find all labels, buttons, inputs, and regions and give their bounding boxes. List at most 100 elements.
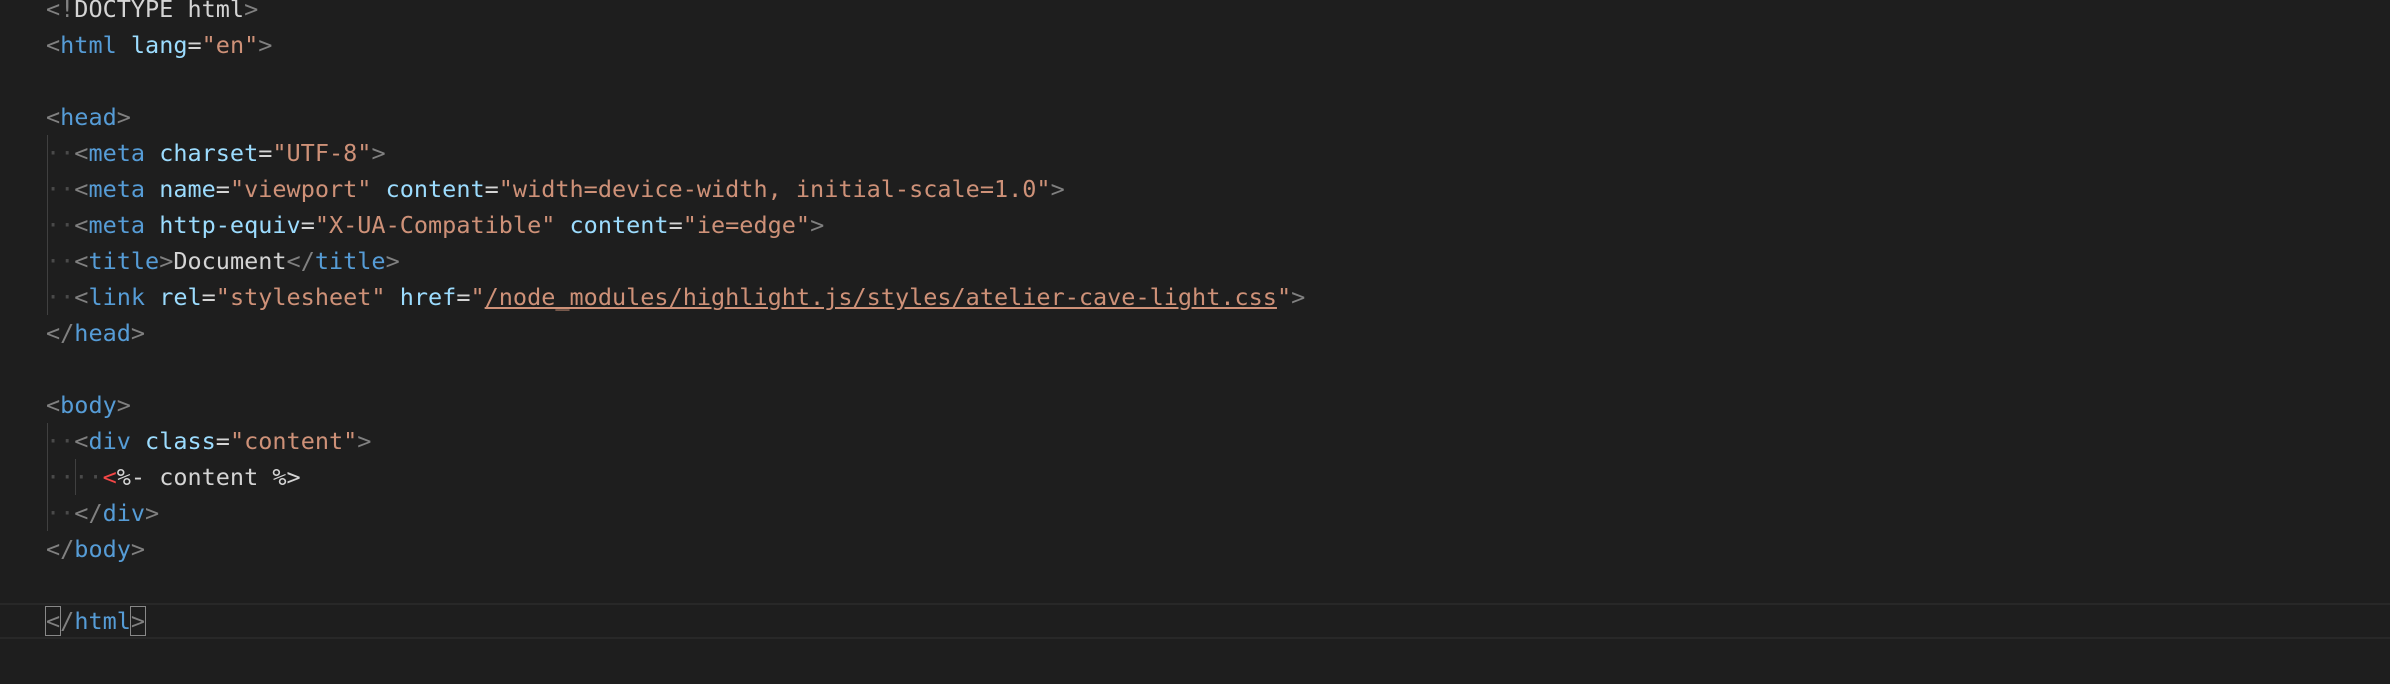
code-line[interactable]: ··<meta charset="UTF-8"> — [46, 135, 386, 171]
code-token: title — [314, 247, 386, 275]
code-token: < — [74, 427, 89, 455]
code-token: html — [60, 31, 117, 59]
code-token: > — [1291, 283, 1306, 311]
code-token: DOCTYPE html — [74, 0, 245, 23]
code-token: link — [88, 283, 146, 311]
code-line[interactable]: </body> — [46, 531, 145, 567]
code-token: body — [60, 391, 117, 419]
code-token: class — [130, 427, 216, 455]
code-token: > — [385, 247, 400, 275]
code-line[interactable]: <!DOCTYPE html> — [46, 0, 258, 27]
code-token: = — [300, 211, 315, 239]
code-token: "width=device-width, initial-scale=1.0" — [498, 175, 1051, 203]
code-token: head — [74, 319, 131, 347]
code-token: / — [60, 607, 75, 635]
code-token: meta — [88, 175, 146, 203]
code-token: " — [470, 283, 485, 311]
code-token: > — [130, 535, 146, 563]
code-line[interactable]: ····<%- content %> — [46, 459, 301, 495]
code-token: Document — [173, 247, 287, 275]
code-token: > — [159, 247, 174, 275]
code-token: div — [88, 427, 131, 455]
code-line[interactable]: ··<meta http-equiv="X-UA-Compatible" con… — [46, 207, 824, 243]
code-line[interactable]: <head> — [46, 99, 131, 135]
code-token: > — [357, 427, 372, 455]
code-token: content — [555, 211, 669, 239]
code-token: body — [74, 535, 131, 563]
code-token: ·· — [46, 499, 75, 527]
code-token: ·· — [46, 247, 75, 275]
code-line[interactable]: </head> — [46, 315, 145, 351]
code-editor[interactable]: <!DOCTYPE html> <html lang="en"> <head> ··<… — [0, 0, 2390, 684]
code-token: </ — [46, 319, 75, 347]
code-token: http-equiv — [145, 211, 301, 239]
code-token: html — [74, 607, 131, 635]
code-token: > — [145, 499, 160, 527]
code-token: "ie=edge" — [682, 211, 811, 239]
code-line[interactable]: <html lang="en"> — [46, 27, 272, 63]
code-token: content — [371, 175, 485, 203]
code-token: > — [129, 606, 147, 636]
code-token: ·· — [46, 283, 75, 311]
code-token: < — [46, 31, 61, 59]
code-token: ·· — [46, 211, 75, 239]
code-token: charset — [145, 139, 259, 167]
code-token: %- content %> — [116, 463, 301, 491]
code-token: > — [116, 391, 131, 419]
code-token: </ — [74, 499, 103, 527]
code-line[interactable]: ··<link rel="stylesheet" href="/node_mod… — [46, 279, 1305, 315]
code-token: head — [60, 103, 117, 131]
code-line[interactable]: ··</div> — [46, 495, 159, 531]
code-token: meta — [88, 139, 146, 167]
code-line[interactable]: </html> — [44, 603, 147, 639]
code-token: = — [456, 283, 471, 311]
code-token: "content" — [229, 427, 358, 455]
code-token: > — [244, 0, 259, 23]
code-token: " — [1276, 283, 1292, 311]
code-token: "viewport" — [229, 175, 372, 203]
code-token: "X-UA-Compatible" — [314, 211, 556, 239]
code-line[interactable]: ··<meta name="viewport" content="width=d… — [46, 171, 1065, 207]
code-token: name — [145, 175, 216, 203]
code-token: = — [668, 211, 683, 239]
code-token: > — [258, 31, 273, 59]
code-token: rel — [145, 283, 202, 311]
code-token: < — [74, 247, 89, 275]
code-token: "UTF-8" — [272, 139, 372, 167]
code-token: /node_modules/highlight.js/styles/atelie… — [484, 283, 1277, 311]
code-token: < — [46, 103, 61, 131]
code-token: > — [130, 319, 146, 347]
code-token: meta — [88, 211, 146, 239]
code-token: ···· — [46, 463, 103, 491]
code-token: href — [385, 283, 457, 311]
current-line-highlight — [0, 603, 2390, 639]
code-line[interactable]: ··<div class="content"> — [46, 423, 371, 459]
code-token: = — [215, 175, 230, 203]
code-token: > — [1050, 175, 1065, 203]
code-line[interactable]: ··<title>Document</title> — [46, 243, 400, 279]
code-token: title — [88, 247, 160, 275]
code-token: < — [74, 139, 89, 167]
code-token: "en" — [201, 31, 259, 59]
code-token: </ — [46, 535, 75, 563]
code-token: = — [187, 31, 202, 59]
code-token: < — [46, 391, 61, 419]
code-token: <! — [46, 0, 75, 23]
code-token: = — [215, 427, 230, 455]
code-token: div — [102, 499, 146, 527]
code-token: </ — [286, 247, 315, 275]
code-token: = — [484, 175, 499, 203]
code-token: = — [201, 283, 216, 311]
code-token: = — [258, 139, 273, 167]
code-token: "stylesheet" — [215, 283, 386, 311]
code-token: < — [74, 175, 89, 203]
code-line[interactable]: <body> — [46, 387, 131, 423]
code-token: < — [44, 606, 62, 636]
code-token: ·· — [46, 139, 75, 167]
code-token: ·· — [46, 427, 75, 455]
code-token: < — [102, 463, 117, 491]
code-token: ·· — [46, 175, 75, 203]
code-token: < — [74, 283, 89, 311]
code-token: > — [371, 139, 386, 167]
code-token: > — [116, 103, 131, 131]
